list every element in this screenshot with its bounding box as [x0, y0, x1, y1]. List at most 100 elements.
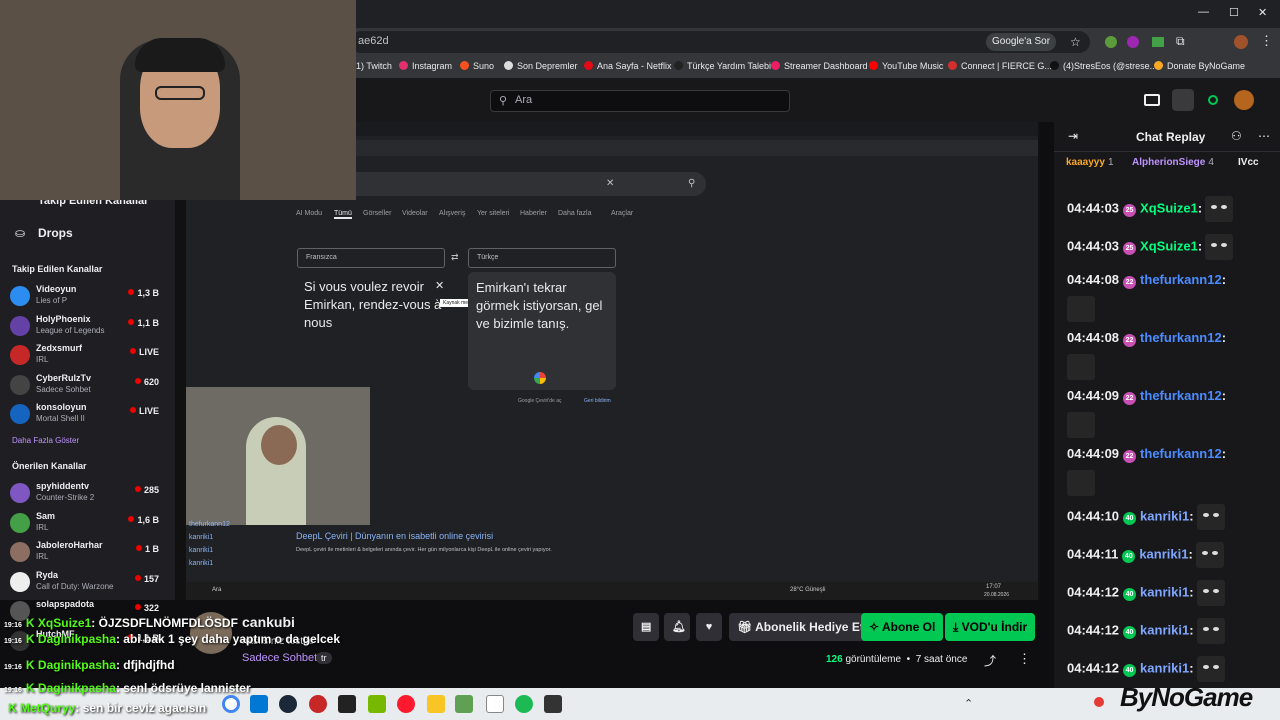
extension-icon[interactable] — [1105, 36, 1117, 48]
app-icon[interactable] — [486, 695, 504, 713]
download-vod-button[interactable]: ⤓ VOD'u İndir — [945, 613, 1036, 641]
minimize-icon[interactable]: — — [1198, 6, 1209, 18]
profile-avatar[interactable] — [1234, 35, 1248, 49]
sidebar-channel[interactable]: CyberRulzTv Sadece Sohbet 620 — [10, 373, 165, 401]
chat-username[interactable]: thefurkann12 — [1140, 272, 1222, 287]
search-icon: ⚲ — [499, 95, 508, 107]
bookmark-instagram[interactable]: Instagram — [399, 61, 452, 71]
more-icon[interactable]: ⋯ — [1258, 129, 1270, 143]
bookmark-youtube-music[interactable]: YouTube Music — [869, 61, 943, 71]
followed-header: Takip Edilen Kanallar — [12, 264, 103, 274]
app-icon[interactable] — [309, 695, 327, 713]
show-more-link[interactable]: Daha Fazla Göster — [12, 436, 79, 445]
chat-username[interactable]: thefurkann12 — [1140, 330, 1222, 345]
bookmark-fierce[interactable]: Connect | FIERCE G... — [948, 61, 1052, 71]
opera-icon[interactable] — [397, 695, 415, 713]
puzzle-icon[interactable]: ⧉ — [1176, 34, 1185, 49]
top-user[interactable]: AlpherionSiege 4 — [1132, 157, 1214, 168]
inner-chat-user: kanriki1 — [189, 547, 214, 554]
status-icon[interactable] — [1208, 95, 1218, 105]
viewer-count: 620 — [135, 377, 159, 387]
sidebar-channel[interactable]: HolyPhoenix League of Legends 1,1 B — [10, 314, 165, 342]
channel-avatar — [10, 542, 30, 562]
sidebar-channel[interactable]: Videoyun Lies of P 1,3 B — [10, 284, 165, 312]
chat-username[interactable]: kanriki1 — [1140, 622, 1189, 637]
sidebar-channel[interactable]: Sam IRL 1,6 B — [10, 511, 165, 539]
bookmark-netflix[interactable]: Ana Sayfa - Netflix — [584, 61, 672, 71]
chat-username[interactable]: XqSuize1 — [1140, 200, 1198, 215]
chat-message: 04:44:10 40 kanriki1: — [1067, 504, 1225, 530]
nvidia-icon[interactable] — [368, 695, 386, 713]
tray-chevron-icon[interactable]: ⌃ — [964, 697, 973, 710]
sidebar-channel[interactable]: konsoloyun Mortal Shell II LIVE — [10, 402, 165, 430]
steam-icon[interactable] — [279, 695, 297, 713]
inner-chat-user: kanriki1 — [189, 534, 214, 541]
spotify-icon[interactable] — [515, 695, 533, 713]
stream-taskbar: Ara 28°C Güneşli 17:07 20.08.2026 — [186, 582, 1038, 600]
follow-heart-button[interactable]: ♥ — [696, 613, 722, 641]
chat-username[interactable]: thefurkann12 — [1140, 388, 1222, 403]
subscribe-button[interactable]: ✧ Abone Ol — [861, 613, 944, 641]
category-link[interactable]: Sadece Sohbet — [242, 652, 317, 664]
overlay-chat-line: K MetQuryy: sen bir ceviz agacısın — [8, 701, 207, 715]
folder-icon[interactable] — [427, 695, 445, 713]
obs-icon[interactable] — [544, 695, 562, 713]
sidebar-drops[interactable]: Drops — [38, 226, 73, 240]
chat-username[interactable]: kanriki1 — [1140, 660, 1189, 675]
epic-icon[interactable] — [338, 695, 356, 713]
top-user[interactable]: IVcc — [1238, 157, 1262, 168]
sidebar-channel[interactable]: Zedxsmurf IRL LIVE — [10, 343, 165, 371]
sub-badge-icon: 40 — [1123, 626, 1137, 640]
channel-game: League of Legends — [36, 325, 105, 335]
menu-icon[interactable]: ⋮ — [1260, 33, 1273, 49]
google-tab: Yer siteleri — [477, 210, 510, 217]
bookmark-bynogame[interactable]: Donate ByNoGame — [1154, 61, 1245, 71]
more-options-icon[interactable]: ⋮ — [1018, 651, 1031, 667]
star-icon[interactable]: ☆ — [1070, 35, 1081, 49]
sidebar-channel[interactable]: JaboleroHarhar IRL 1 B — [10, 540, 165, 568]
channel-name: Zedxsmurf — [36, 343, 83, 353]
chat-message: 04:44:08 22 thefurkann12: — [1067, 272, 1227, 289]
collapse-icon[interactable]: ⇥ — [1068, 129, 1078, 143]
chat-message: 04:44:12 40 kanriki1: — [1067, 618, 1225, 644]
emote-icon — [1196, 656, 1225, 682]
share-icon[interactable]: ⤴ — [984, 652, 996, 669]
notification-button[interactable]: 🔔︎ — [664, 613, 690, 641]
bookmark-twitch[interactable]: 1) Twitch — [356, 61, 392, 71]
gift-sub-button[interactable]: 🎁︎ Abonelik Hediye Et — [729, 613, 872, 641]
chat-username[interactable]: XqSuize1 — [1140, 238, 1198, 253]
close-icon[interactable]: ✕ — [1258, 6, 1267, 19]
bookmark-depremler[interactable]: Son Depremler — [504, 61, 578, 71]
sidebar-channel[interactable]: Ryda Call of Duty: Warzone 157 — [10, 570, 165, 598]
theatre-icon[interactable] — [1144, 94, 1160, 106]
clip-button[interactable]: ▤ — [633, 613, 659, 641]
bookmark-yardim[interactable]: Türkçe Yardım Talebi — [674, 61, 771, 71]
bookmark-suno[interactable]: Suno — [460, 61, 494, 71]
chat-username[interactable]: kanriki1 — [1140, 508, 1189, 523]
google-ask-button[interactable]: Google'a Sor — [986, 33, 1057, 51]
tray-icon[interactable] — [1094, 697, 1104, 707]
google-logo-icon — [534, 372, 546, 384]
extension-icon[interactable] — [1127, 36, 1139, 48]
tag-pill[interactable]: tr — [316, 652, 332, 664]
maximize-icon[interactable]: ☐ — [1229, 6, 1239, 19]
top-user[interactable]: kaaayyy 1 — [1066, 157, 1114, 168]
minecraft-icon[interactable] — [455, 695, 473, 713]
bookmark-streamer-dashboard[interactable]: Streamer Dashboard — [771, 61, 868, 71]
url-field[interactable]: ae62d — [350, 31, 1090, 53]
sidebar-channel[interactable]: spyhiddentv Counter-Strike 2 285 — [10, 481, 165, 509]
chat-username[interactable]: thefurkann12 — [1140, 446, 1222, 461]
chrome-icon[interactable] — [222, 695, 240, 713]
channel-name[interactable]: cankubi — [242, 614, 295, 630]
extension-icon[interactable] — [1152, 37, 1164, 47]
user-avatar[interactable] — [1234, 90, 1254, 110]
bookmark-tiktok[interactable]: (4)StresEos (@strese... — [1050, 61, 1157, 71]
layout-icon[interactable] — [1172, 89, 1194, 111]
search-input[interactable]: ⚲ Ara — [490, 90, 790, 112]
source-lang-select: Fransızca — [297, 248, 445, 268]
users-icon[interactable]: ⚇ — [1231, 129, 1242, 143]
source-text: Si vous voulez revoir Emirkan, rendez-vo… — [304, 279, 442, 330]
chat-username[interactable]: kanriki1 — [1139, 546, 1188, 561]
chat-username[interactable]: kanriki1 — [1140, 584, 1189, 599]
store-icon[interactable] — [250, 695, 268, 713]
